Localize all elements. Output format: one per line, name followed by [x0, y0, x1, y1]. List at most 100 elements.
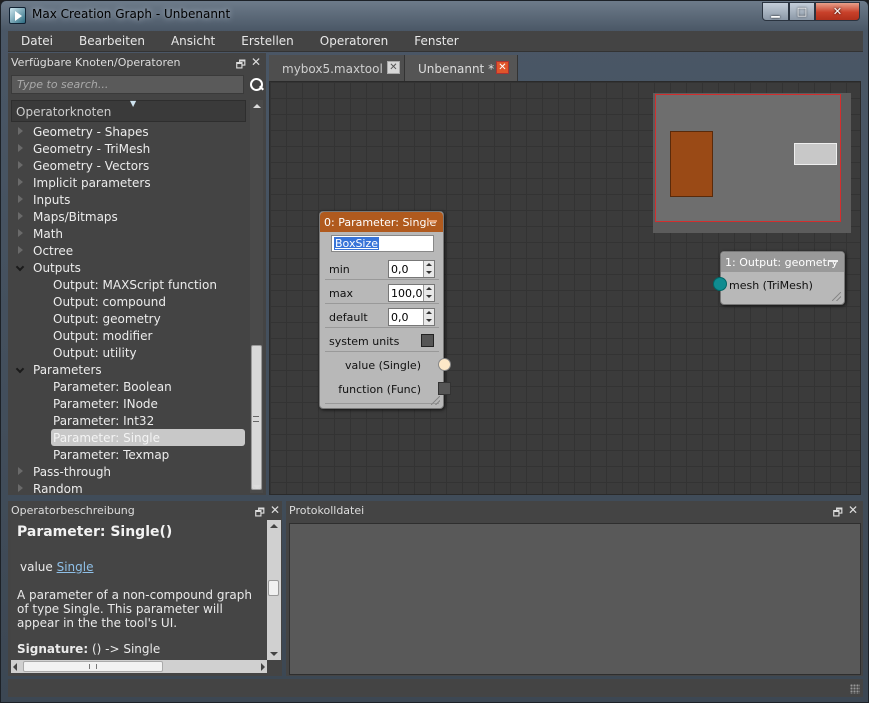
collapse-icon[interactable]: [828, 260, 838, 262]
default-value[interactable]: 0,0: [391, 311, 409, 324]
maximize-button[interactable]: □: [789, 2, 815, 21]
scroll-up-icon[interactable]: [250, 100, 263, 113]
scroll-down-icon[interactable]: [267, 647, 280, 660]
spinner-arrows-icon[interactable]: [423, 309, 434, 325]
tree-item[interactable]: Parameter: Int32: [11, 412, 248, 429]
tree-item[interactable]: Parameter: INode: [11, 395, 248, 412]
tree-item[interactable]: Octree: [11, 242, 248, 259]
close-icon[interactable]: ✕: [270, 503, 280, 517]
minimap-viewport[interactable]: [655, 94, 841, 222]
pin-icon[interactable]: 🗗: [236, 56, 246, 75]
output-port-value[interactable]: [438, 358, 451, 371]
parameter-name-field[interactable]: BoxSize: [331, 235, 434, 252]
window-resize-grip-icon[interactable]: [850, 684, 860, 694]
search-icon[interactable]: [246, 75, 266, 94]
description-hscrollbar[interactable]: [11, 660, 267, 673]
close-icon[interactable]: ✕: [496, 61, 509, 74]
close-icon[interactable]: ✕: [387, 61, 400, 74]
description-type-link[interactable]: Single: [57, 560, 94, 574]
tree-item[interactable]: Inputs: [11, 191, 248, 208]
description-scrollbar[interactable]: [267, 520, 281, 660]
resize-grip-icon[interactable]: [431, 396, 440, 405]
spinner-arrows-icon[interactable]: [423, 285, 434, 301]
tree-item[interactable]: Output: compound: [11, 293, 248, 310]
scroll-thumb[interactable]: [268, 580, 279, 596]
menu-datei[interactable]: Datei: [8, 31, 66, 52]
collapsed-arrow-icon[interactable]: [18, 467, 23, 475]
close-icon[interactable]: ✕: [848, 503, 858, 517]
resize-grip-icon[interactable]: [832, 292, 841, 301]
maximize-icon: □: [796, 5, 808, 18]
collapsed-arrow-icon[interactable]: [18, 127, 23, 135]
menu-erstellen[interactable]: Erstellen: [228, 31, 307, 52]
collapse-icon[interactable]: [427, 220, 437, 222]
operator-tree-scrollbar[interactable]: [250, 100, 263, 493]
tree-item[interactable]: Output: utility: [11, 344, 248, 361]
node-header[interactable]: 0: Parameter: Single: [320, 212, 443, 232]
scroll-down-icon[interactable]: [250, 480, 263, 493]
collapsed-arrow-icon[interactable]: [18, 212, 23, 220]
scroll-up-icon[interactable]: [267, 520, 280, 533]
collapsed-arrow-icon[interactable]: [18, 178, 23, 186]
column-header-operatorknoten[interactable]: ▼ Operatorknoten: [11, 99, 246, 122]
tree-item[interactable]: Parameter: Boolean: [11, 378, 248, 395]
tree-item[interactable]: Random: [11, 480, 248, 495]
operators-panel: Verfügbare Knoten/Operatoren 🗗 ✕ Type to…: [8, 53, 266, 495]
menu-fenster[interactable]: Fenster: [401, 31, 472, 52]
max-spinner[interactable]: 100,0: [388, 284, 435, 302]
minimap[interactable]: [653, 93, 851, 233]
system-units-checkbox[interactable]: [421, 334, 434, 347]
tree-item[interactable]: Output: modifier: [11, 327, 248, 344]
tree-item[interactable]: Math: [11, 225, 248, 242]
collapsed-arrow-icon[interactable]: [18, 246, 23, 254]
tree-item[interactable]: Maps/Bitmaps: [11, 208, 248, 225]
tree-item[interactable]: Output: geometry: [11, 310, 248, 327]
search-input[interactable]: Type to search...: [11, 75, 244, 94]
tree-item[interactable]: Geometry - Shapes: [11, 123, 248, 140]
max-value[interactable]: 100,0: [391, 287, 423, 300]
tab-unbenannt[interactable]: Unbenannt * ✕: [405, 55, 518, 81]
node-header[interactable]: 1: Output: geometry: [721, 252, 844, 272]
tree-item[interactable]: Geometry - Vectors: [11, 157, 248, 174]
collapsed-arrow-icon[interactable]: [18, 144, 23, 152]
output-geometry-node[interactable]: 1: Output: geometry mesh (TriMesh): [713, 251, 845, 305]
tree-item[interactable]: Implicit parameters: [11, 174, 248, 191]
scroll-right-icon[interactable]: [261, 663, 265, 671]
graph-canvas[interactable]: 0: Parameter: Single BoxSize min 0,0 max…: [269, 81, 861, 495]
menu-ansicht[interactable]: Ansicht: [158, 31, 228, 52]
menu-bearbeiten[interactable]: Bearbeiten: [66, 31, 158, 52]
min-spinner[interactable]: 0,0: [388, 260, 435, 278]
tree-item[interactable]: Pass-through: [11, 463, 248, 480]
spinner-arrows-icon[interactable]: [423, 261, 434, 277]
collapsed-arrow-icon[interactable]: [18, 484, 23, 492]
tree-item[interactable]: Geometry - TriMesh: [11, 140, 248, 157]
collapsed-arrow-icon[interactable]: [18, 229, 23, 237]
output-port-function[interactable]: [438, 382, 451, 395]
collapsed-arrow-icon[interactable]: [18, 161, 23, 169]
tree-item[interactable]: Parameters: [11, 361, 248, 378]
hscroll-thumb[interactable]: [23, 661, 163, 672]
collapsed-arrow-icon[interactable]: [18, 195, 23, 203]
close-window-button[interactable]: ✕: [815, 2, 860, 21]
expanded-arrow-icon[interactable]: [15, 262, 25, 272]
parameter-single-node[interactable]: 0: Parameter: Single BoxSize min 0,0 max…: [319, 211, 451, 409]
min-value[interactable]: 0,0: [391, 263, 409, 276]
tree-item[interactable]: Outputs: [11, 259, 248, 276]
expanded-arrow-icon[interactable]: [15, 364, 25, 374]
tree-item[interactable]: Parameter: Texmap: [11, 446, 248, 463]
menu-operatoren[interactable]: Operatoren: [307, 31, 401, 52]
close-icon[interactable]: ✕: [251, 55, 261, 69]
log-output[interactable]: [289, 523, 861, 675]
tab-mybox5[interactable]: mybox5.maxtool * ✕: [269, 55, 405, 81]
title-bar[interactable]: Max Creation Graph - Unbenannt ▁ □ ✕: [1, 1, 868, 29]
input-port-mesh[interactable]: [713, 277, 727, 291]
pin-icon[interactable]: 🗗: [833, 504, 843, 523]
tree-item-label: Parameter: INode: [53, 396, 158, 411]
tree-item[interactable]: Parameter: Single: [11, 429, 248, 446]
default-spinner[interactable]: 0,0: [388, 308, 435, 326]
minimize-button[interactable]: ▁: [762, 2, 789, 21]
tree-item[interactable]: Output: MAXScript function: [11, 276, 248, 293]
scroll-left-icon[interactable]: [13, 663, 17, 671]
node-title: 1: Output: geometry: [725, 256, 838, 269]
tree-item-label: Parameters: [33, 362, 102, 377]
